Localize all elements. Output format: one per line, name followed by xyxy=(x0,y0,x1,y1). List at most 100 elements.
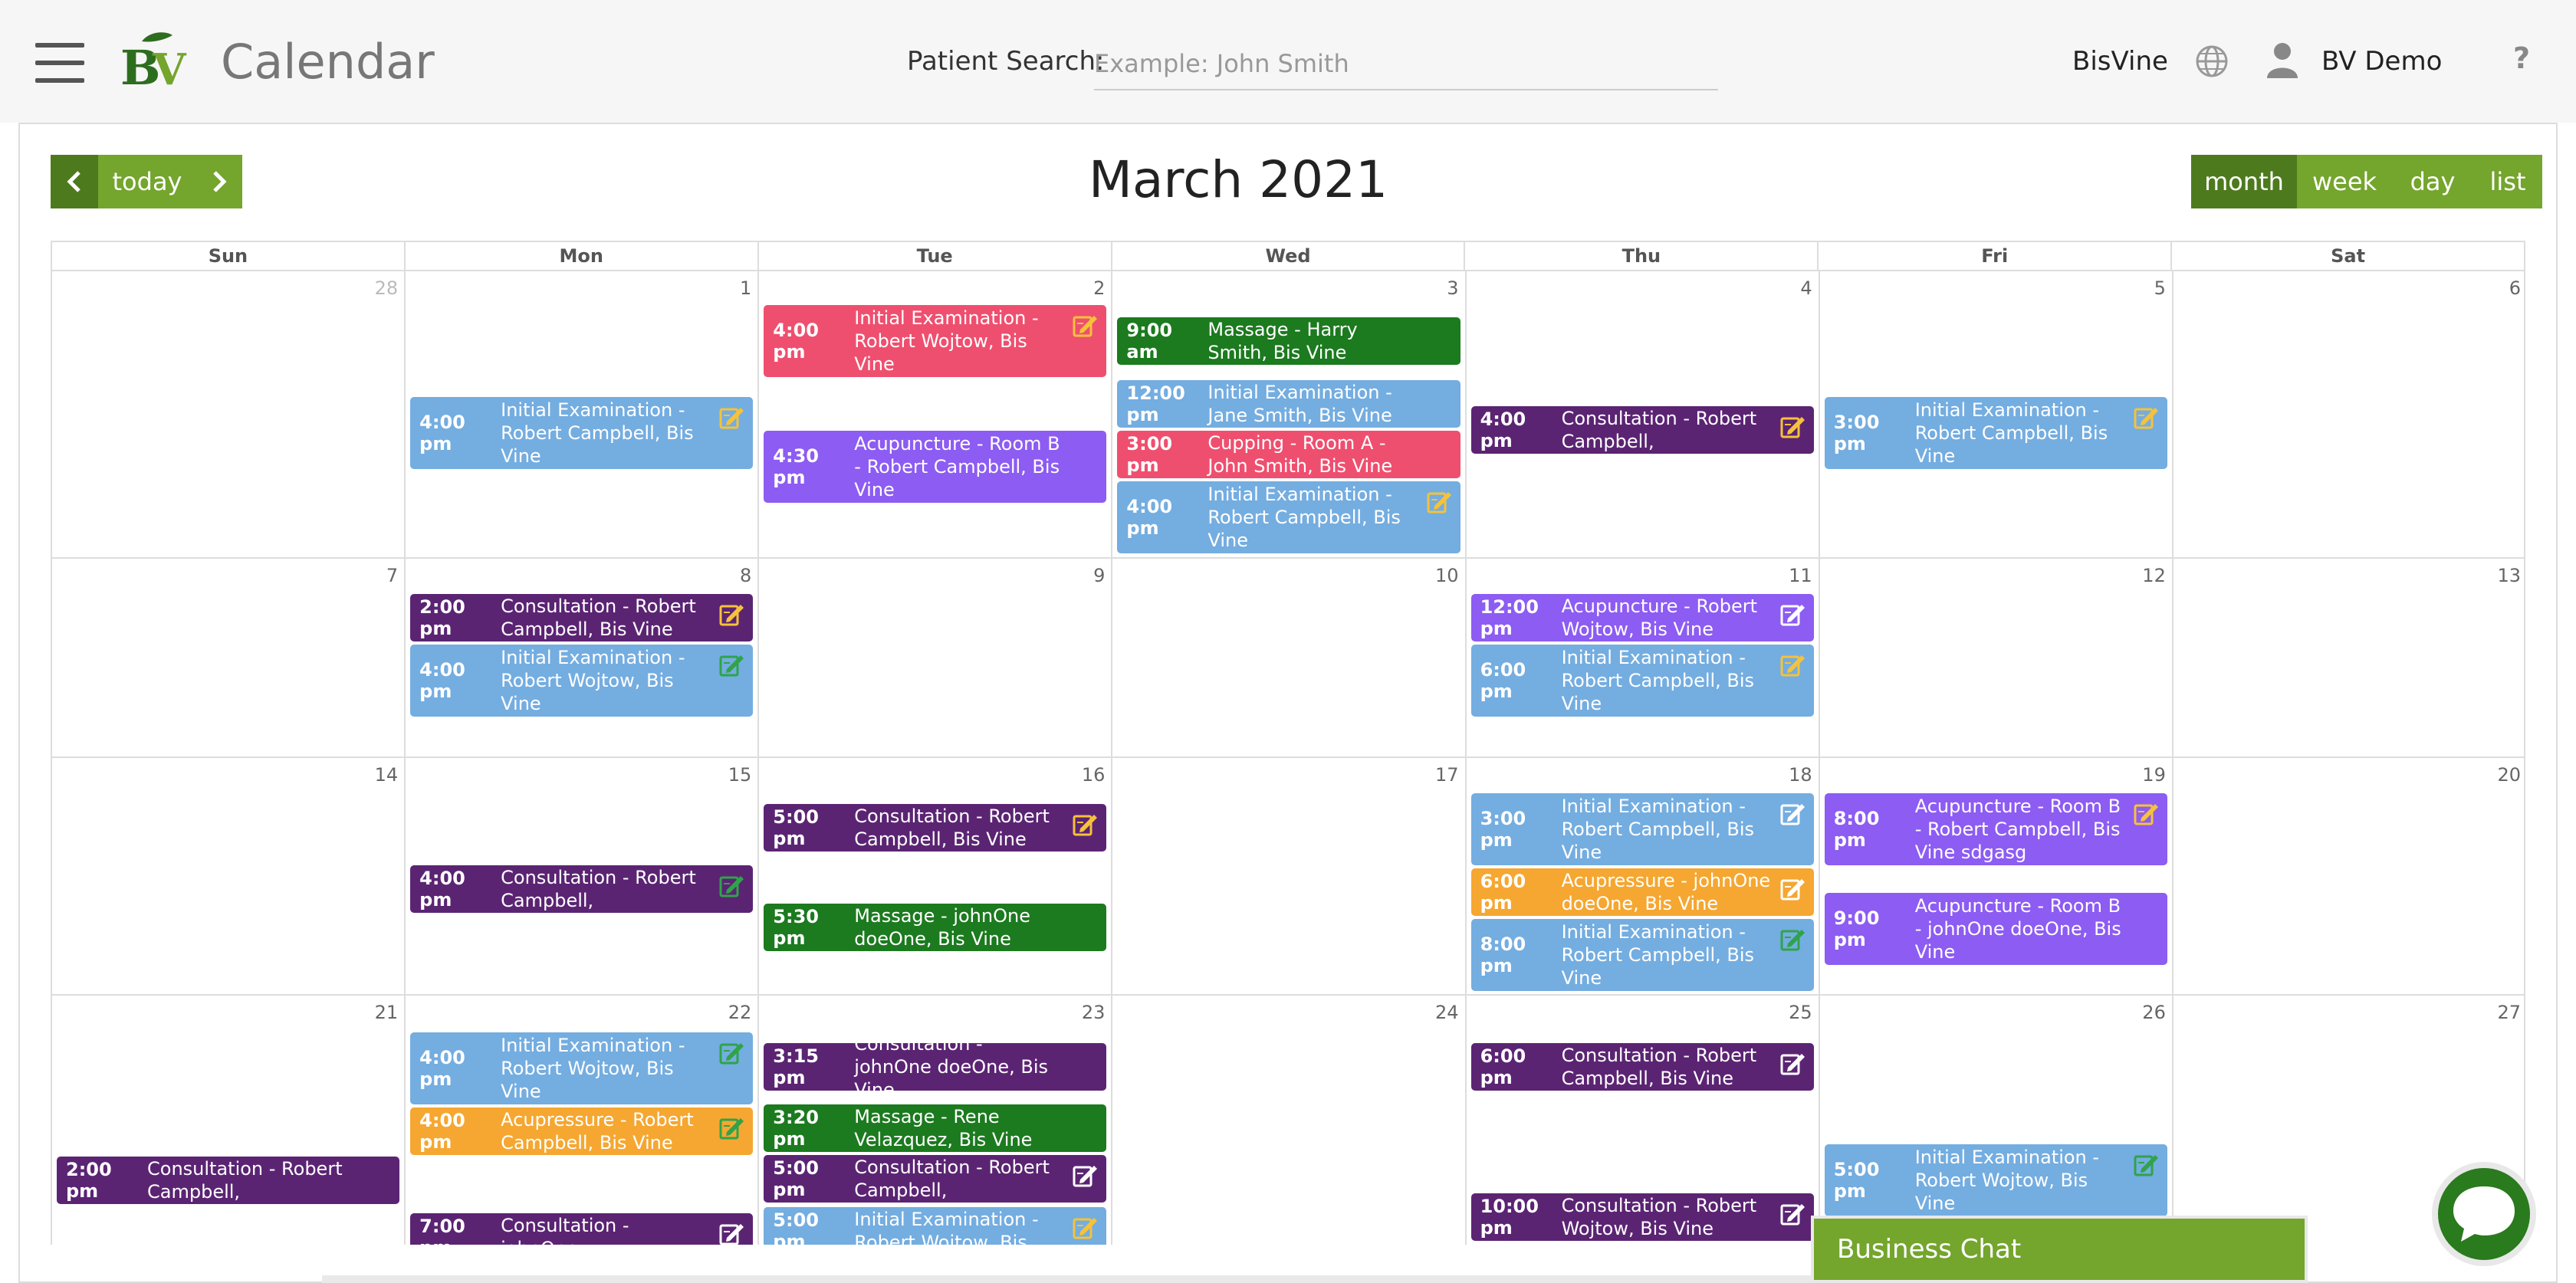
day-cell[interactable]: 15 4:00 pm Consultation - Robert Campbell, xyxy=(406,758,760,994)
calendar-event[interactable]: 3:15 pm Consultation - johnOne doeOne, Bi… xyxy=(764,1043,1107,1091)
calendar-event[interactable]: 5:30 pm Massage - johnOne doeOne, Bis Vin… xyxy=(764,904,1107,951)
day-number[interactable]: 24 xyxy=(1435,1002,1459,1023)
help-icon[interactable]: ? xyxy=(2513,41,2530,75)
calendar-event[interactable]: 3:00 pm Initial Examination - Robert Camp… xyxy=(1470,793,1814,865)
orange-note-icon[interactable] xyxy=(2134,405,2160,429)
calendar-event[interactable]: 4:00 pm Initial Examination - Robert Wojt… xyxy=(410,1032,754,1104)
orange-note-icon[interactable] xyxy=(1780,652,1806,677)
day-number[interactable]: 14 xyxy=(375,764,399,786)
user-name[interactable]: BV Demo xyxy=(2321,46,2442,77)
day-number[interactable]: 23 xyxy=(1082,1002,1106,1023)
calendar-event[interactable]: 5:00 pm Consultation - Robert Campbell, B… xyxy=(764,804,1107,852)
day-number[interactable]: 2 xyxy=(1093,277,1105,299)
day-cell[interactable]: 21 2:00 pm Consultation - Robert Campbell, xyxy=(52,996,406,1245)
day-cell[interactable]: 3 9:00 am Massage - Harry Smith, Bis Vine 1… xyxy=(1112,271,1467,557)
calendar-event[interactable]: 8:00 pm Initial Examination - Robert Camp… xyxy=(1470,919,1814,991)
green-note-icon[interactable] xyxy=(719,873,745,897)
day-cell[interactable]: 20 xyxy=(2174,758,2525,994)
green-note-icon[interactable] xyxy=(2134,1152,2160,1176)
day-cell[interactable]: 18 3:00 pm Initial Examination - Robert Ca… xyxy=(1467,758,1820,994)
prev-month-button[interactable] xyxy=(51,155,98,208)
patient-search-input[interactable] xyxy=(1094,38,1718,90)
white-note-icon[interactable] xyxy=(1780,801,1806,825)
calendar-event[interactable]: 7:00 pm Consultation - johnOne xyxy=(410,1213,754,1245)
day-cell[interactable]: 17 xyxy=(1112,758,1467,994)
day-cell[interactable]: 2 4:00 pm Initial Examination - Robert Woj… xyxy=(759,271,1113,557)
business-chat-button[interactable]: Business Chat xyxy=(1811,1216,2308,1283)
white-note-icon[interactable] xyxy=(1780,1201,1806,1226)
day-cell[interactable]: 8 2:00 pm Consultation - Robert Campbell, … xyxy=(406,559,760,756)
day-number[interactable]: 17 xyxy=(1435,764,1459,786)
white-note-icon[interactable] xyxy=(1780,602,1806,626)
view-month-button[interactable]: month xyxy=(2191,155,2297,208)
calendar-event[interactable]: 5:00 pm Initial Examination - Robert Wojt… xyxy=(764,1207,1107,1245)
calendar-event[interactable]: 3:00 pm Initial Examination - Robert Camp… xyxy=(1824,397,2167,469)
calendar-event[interactable]: 6:00 pm Initial Examination - Robert Camp… xyxy=(1470,645,1814,717)
calendar-event[interactable]: 10:00 pm Consultation - Robert Wojtow, Bi… xyxy=(1470,1193,1814,1241)
white-note-icon[interactable] xyxy=(1073,1163,1099,1187)
green-note-icon[interactable] xyxy=(719,652,745,677)
day-cell[interactable]: 26 5:00 pm Initial Examination - Robert Wo… xyxy=(1820,996,2174,1245)
white-note-icon[interactable] xyxy=(719,1221,745,1245)
day-cell[interactable]: 14 xyxy=(52,758,406,994)
calendar-event[interactable]: 4:00 pm Initial Examination - Robert Camp… xyxy=(410,397,754,469)
view-list-button[interactable]: list xyxy=(2473,155,2542,208)
day-cell[interactable]: 24 xyxy=(1112,996,1467,1245)
orange-note-icon[interactable] xyxy=(1073,313,1099,337)
calendar-event[interactable]: 6:00 pm Consultation - Robert Campbell, B… xyxy=(1470,1043,1814,1091)
day-cell[interactable]: 12 xyxy=(1820,559,2174,756)
day-cell[interactable]: 11 12:00 pm Acupuncture - Robert Wojtow, B… xyxy=(1467,559,1820,756)
day-cell[interactable]: 4 4:00 pm Consultation - Robert Campbell, xyxy=(1467,271,1820,557)
calendar-event[interactable]: 4:00 pm Consultation - Robert Campbell, xyxy=(410,865,754,913)
day-number[interactable]: 1 xyxy=(740,277,751,299)
calendar-event[interactable]: 4:00 pm Initial Examination - Robert Camp… xyxy=(1117,481,1460,553)
view-week-button[interactable]: week xyxy=(2297,155,2392,208)
day-cell[interactable]: 19 8:00 pm Acupuncture - Room B - Robert C… xyxy=(1820,758,2174,994)
calendar-event[interactable]: 9:00 am Massage - Harry Smith, Bis Vine xyxy=(1117,317,1460,365)
calendar-event[interactable]: 2:00 pm Consultation - Robert Campbell, xyxy=(57,1157,400,1204)
day-number[interactable]: 10 xyxy=(1435,565,1459,586)
orange-note-icon[interactable] xyxy=(1780,414,1806,438)
green-note-icon[interactable] xyxy=(1780,927,1806,951)
green-note-icon[interactable] xyxy=(719,1040,745,1065)
calendar-event[interactable]: 4:00 pm Consultation - Robert Campbell, xyxy=(1470,406,1814,454)
white-note-icon[interactable] xyxy=(1780,1051,1806,1075)
calendar-event[interactable]: 8:00 pm Acupuncture - Room B - Robert Cam… xyxy=(1824,793,2167,865)
day-number[interactable]: 18 xyxy=(1789,764,1812,786)
orange-note-icon[interactable] xyxy=(1427,489,1453,514)
day-number[interactable]: 9 xyxy=(1093,565,1105,586)
day-cell[interactable]: 7 xyxy=(52,559,406,756)
calendar-event[interactable]: 4:00 pm Initial Examination - Robert Wojt… xyxy=(410,645,754,717)
day-number[interactable]: 5 xyxy=(2154,277,2166,299)
next-month-button[interactable] xyxy=(196,155,242,208)
day-number[interactable]: 6 xyxy=(2509,277,2521,299)
calendar-event[interactable]: 3:00 pm Cupping - Room A - John Smith, Bi… xyxy=(1117,431,1460,478)
calendar-event[interactable]: 12:00 pm Initial Examination - Jane Smith… xyxy=(1117,380,1460,428)
day-number[interactable]: 22 xyxy=(728,1002,752,1023)
day-number[interactable]: 26 xyxy=(2142,1002,2166,1023)
orange-note-icon[interactable] xyxy=(1073,812,1099,836)
day-number[interactable]: 27 xyxy=(2497,1002,2521,1023)
orange-note-icon[interactable] xyxy=(719,602,745,626)
view-day-button[interactable]: day xyxy=(2392,155,2473,208)
calendar-event[interactable]: 4:00 pm Initial Examination - Robert Wojt… xyxy=(764,305,1107,377)
day-number[interactable]: 20 xyxy=(2497,764,2521,786)
day-number[interactable]: 28 xyxy=(375,277,399,299)
day-number[interactable]: 15 xyxy=(728,764,752,786)
white-note-icon[interactable] xyxy=(1780,876,1806,901)
day-number[interactable]: 11 xyxy=(1789,565,1812,586)
day-number[interactable]: 8 xyxy=(740,565,751,586)
day-cell[interactable]: 16 5:00 pm Consultation - Robert Campbell,… xyxy=(759,758,1113,994)
day-cell[interactable]: 13 xyxy=(2174,559,2525,756)
day-cell[interactable]: 6 xyxy=(2174,271,2525,557)
user-icon[interactable] xyxy=(2266,41,2299,80)
calendar-event[interactable]: 9:00 pm Acupuncture - Room B - johnOne do… xyxy=(1824,893,2167,965)
day-number[interactable]: 13 xyxy=(2497,565,2521,586)
day-cell[interactable]: 10 xyxy=(1112,559,1467,756)
day-cell[interactable]: 28 xyxy=(52,271,406,557)
menu-icon[interactable] xyxy=(35,43,84,83)
day-cell[interactable]: 23 3:15 pm Consultation - johnOne doeOne, … xyxy=(759,996,1113,1245)
day-number[interactable]: 7 xyxy=(386,565,398,586)
calendar-event[interactable]: 12:00 pm Acupuncture - Robert Wojtow, Bis… xyxy=(1470,594,1814,642)
day-number[interactable]: 16 xyxy=(1082,764,1106,786)
